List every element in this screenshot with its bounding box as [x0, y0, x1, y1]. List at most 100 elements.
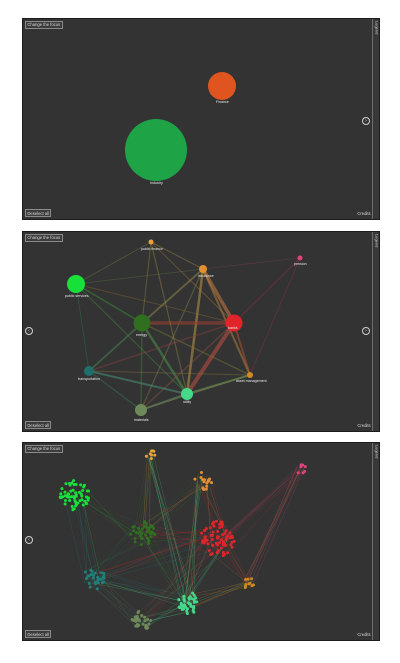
node-dot[interactable] — [182, 594, 186, 598]
next-arrow-icon[interactable]: › — [362, 327, 370, 335]
node-dot[interactable] — [90, 569, 94, 573]
node-dot[interactable] — [211, 530, 215, 534]
prev-arrow-icon[interactable]: ‹ — [25, 327, 33, 335]
node-dot[interactable] — [224, 529, 228, 533]
node-dot[interactable] — [195, 600, 199, 604]
node-dot[interactable] — [68, 481, 72, 485]
node-dot[interactable] — [140, 614, 144, 618]
node-dot[interactable] — [177, 598, 181, 602]
node-dot[interactable] — [102, 576, 106, 580]
node-dot[interactable] — [134, 624, 138, 628]
node-dot[interactable] — [85, 502, 89, 506]
node-dot[interactable] — [87, 581, 91, 585]
node-dot[interactable] — [229, 535, 233, 539]
node-dot[interactable] — [93, 581, 97, 584]
node-dot[interactable] — [137, 526, 141, 530]
node-energy[interactable] — [133, 314, 151, 332]
node-dot[interactable] — [81, 503, 85, 507]
credits-button[interactable]: Credits — [355, 209, 373, 217]
node-dot[interactable] — [204, 487, 208, 491]
node-dot[interactable] — [63, 490, 67, 494]
node-dot[interactable] — [228, 531, 232, 535]
node-dot[interactable] — [74, 503, 78, 507]
node-dot[interactable] — [79, 483, 83, 487]
node-dot[interactable] — [140, 527, 144, 531]
node-asset-management[interactable] — [247, 372, 253, 378]
node-transportation[interactable] — [84, 366, 94, 376]
node-dot[interactable] — [81, 489, 85, 493]
deselect-all-button[interactable]: Deselect all — [25, 209, 52, 217]
node-industry[interactable] — [125, 119, 187, 181]
node-dot[interactable] — [141, 622, 145, 626]
node-dot[interactable] — [133, 540, 137, 544]
node-dot[interactable] — [211, 522, 215, 526]
node-dot[interactable] — [150, 449, 153, 453]
node-dot[interactable] — [83, 570, 87, 574]
node-dot[interactable] — [86, 498, 90, 502]
node-dot[interactable] — [210, 543, 214, 547]
node-dot[interactable] — [223, 531, 227, 535]
change-focus-button[interactable]: Change the focus — [25, 234, 63, 242]
node-dot[interactable] — [216, 543, 220, 547]
node-dot[interactable] — [153, 532, 157, 536]
node-dot[interactable] — [148, 452, 152, 456]
node-dot[interactable] — [63, 499, 67, 503]
node-dot[interactable] — [224, 537, 228, 541]
node-dot[interactable] — [78, 499, 82, 503]
node-dot[interactable] — [250, 577, 254, 581]
node-dot[interactable] — [130, 618, 134, 622]
node-dot[interactable] — [185, 609, 189, 613]
node-dot[interactable] — [100, 571, 104, 575]
node-dot[interactable] — [144, 454, 148, 458]
node-dot[interactable] — [149, 619, 153, 623]
node-dot[interactable] — [178, 606, 182, 610]
node-finance[interactable] — [208, 72, 236, 100]
node-dot[interactable] — [146, 617, 150, 621]
graph-canvas-2[interactable]: public finance pension public services i… — [23, 232, 379, 431]
node-dot[interactable] — [144, 625, 148, 629]
node-dot[interactable] — [66, 495, 70, 499]
node-dot[interactable] — [194, 596, 198, 600]
node-dot[interactable] — [216, 535, 219, 539]
node-dot[interactable] — [202, 541, 206, 545]
node-dot[interactable] — [70, 504, 74, 508]
node-dot[interactable] — [148, 530, 152, 534]
node-dot[interactable] — [185, 611, 189, 615]
node-dot[interactable] — [59, 492, 63, 496]
node-dot[interactable] — [82, 485, 86, 489]
node-dot[interactable] — [91, 576, 95, 580]
node-dot[interactable] — [193, 477, 197, 481]
node-dot[interactable] — [85, 495, 89, 499]
node-materials[interactable] — [135, 404, 147, 416]
credits-button[interactable]: Credits — [355, 630, 373, 638]
node-dot[interactable] — [208, 477, 212, 481]
node-dot[interactable] — [208, 526, 212, 530]
node-dot[interactable] — [221, 550, 225, 554]
node-dot[interactable] — [137, 609, 141, 613]
change-focus-button[interactable]: Change the focus — [25, 445, 63, 453]
node-dot[interactable] — [179, 602, 183, 606]
node-dot[interactable] — [151, 526, 155, 530]
graph-canvas-1[interactable]: Finance Industry — [23, 19, 379, 219]
node-dot[interactable] — [216, 530, 220, 534]
node-dot[interactable] — [67, 492, 71, 496]
node-dot[interactable] — [303, 465, 307, 469]
node-dot[interactable] — [207, 548, 211, 552]
node-dot[interactable] — [191, 608, 195, 612]
node-dot[interactable] — [72, 495, 76, 499]
legend-tab[interactable]: Legend — [372, 443, 379, 640]
node-dot[interactable] — [129, 532, 133, 536]
node-dot[interactable] — [144, 533, 148, 537]
node-dot[interactable] — [100, 581, 104, 585]
node-dot[interactable] — [88, 585, 92, 589]
node-dot[interactable] — [60, 487, 64, 491]
cluster-public-finance[interactable] — [144, 449, 157, 461]
deselect-all-button[interactable]: Deselect all — [25, 421, 52, 429]
node-dot[interactable] — [218, 541, 222, 545]
node-dot[interactable] — [200, 531, 204, 535]
node-dot[interactable] — [72, 483, 76, 487]
node-dot[interactable] — [71, 488, 75, 492]
node-dot[interactable] — [153, 453, 157, 457]
node-dot[interactable] — [210, 538, 214, 542]
node-dot[interactable] — [191, 606, 195, 610]
